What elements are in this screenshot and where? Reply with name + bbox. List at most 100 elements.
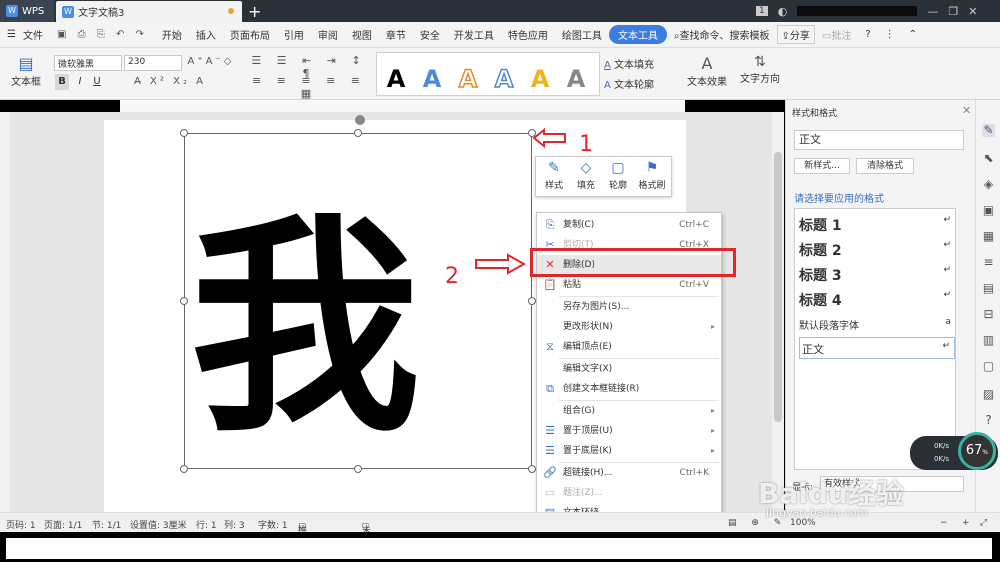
- help-button[interactable]: ?: [858, 29, 877, 40]
- menu-item-developer[interactable]: 开发工具: [447, 27, 501, 42]
- text-style-gray[interactable]: A: [563, 65, 589, 93]
- format-buttons[interactable]: A̶ X² X₂ A: [110, 74, 230, 90]
- more-icon[interactable]: ⋮: [878, 29, 902, 40]
- menu-item-view[interactable]: 视图: [345, 27, 379, 42]
- style-heading-4[interactable]: 标题 4 ↵: [799, 290, 955, 310]
- select-icon[interactable]: ⬉: [982, 152, 995, 165]
- search-command[interactable]: ⌕查找命令、搜索模板: [667, 27, 777, 42]
- quick-access-icons[interactable]: ▣ ⎙ ⎘ ↶ ↷: [50, 29, 155, 40]
- context-group[interactable]: 组合(G) ▸: [537, 401, 721, 421]
- bold-button[interactable]: B: [55, 74, 69, 90]
- underline-button[interactable]: U: [91, 74, 103, 90]
- resize-handle-t[interactable]: [354, 129, 362, 137]
- collapse-icon[interactable]: ⌃: [902, 29, 924, 40]
- style-default-paragraph-font[interactable]: 默认段落字体 a: [799, 317, 955, 332]
- shape-settings-icon[interactable]: ▣: [982, 204, 995, 217]
- new-tab-button[interactable]: +: [248, 2, 261, 21]
- menu-item-page-layout[interactable]: 页面布局: [223, 27, 277, 42]
- context-create-textbox-link[interactable]: ⧉ 创建文本框链接(R): [537, 379, 721, 399]
- status-word-count[interactable]: 字数: 1: [258, 518, 288, 531]
- context-bring-to-front[interactable]: ☰ 置于顶层(U) ▸: [537, 421, 721, 441]
- document-tab[interactable]: W 文字文稿3: [56, 1, 242, 22]
- close-pane-icon[interactable]: ✕: [962, 104, 971, 117]
- minimize-icon[interactable]: —: [927, 5, 938, 18]
- menu-item-reference[interactable]: 引用: [277, 27, 311, 42]
- backup-icon[interactable]: ▤: [982, 282, 995, 295]
- annotation-button[interactable]: ▭批注: [815, 27, 858, 42]
- menu-item-insert[interactable]: 插入: [189, 27, 223, 42]
- textbox-button[interactable]: ▤ 文本框: [8, 54, 44, 88]
- skin-icon[interactable]: ◐: [778, 5, 788, 18]
- menu-item-features[interactable]: 特色应用: [501, 27, 555, 42]
- resize-handle-r[interactable]: [528, 297, 536, 305]
- text-style-black[interactable]: A: [383, 65, 409, 93]
- text-style-blue[interactable]: A: [419, 65, 445, 93]
- text-effect-button[interactable]: A 文本效果: [684, 54, 730, 88]
- italic-button[interactable]: I: [74, 74, 86, 90]
- context-hyperlink[interactable]: 🔗 超链接(H)... Ctrl+K: [537, 463, 721, 483]
- float-fill-button[interactable]: ◇ 填充: [570, 160, 602, 191]
- paragraph-buttons-row2[interactable]: ≡ ≡ ≡ ≡ ≡ ▦: [248, 74, 370, 100]
- font-grow-shrink[interactable]: A⁺A⁻◇: [186, 56, 236, 67]
- memory-gauge[interactable]: 67%: [958, 432, 996, 470]
- window-count-badge[interactable]: 1: [756, 6, 768, 16]
- float-outline-button[interactable]: ▢ 轮廓: [602, 160, 634, 191]
- file-menu[interactable]: 文件: [23, 27, 50, 42]
- resize-handle-br[interactable]: [528, 465, 536, 473]
- menu-item-review[interactable]: 审阅: [311, 27, 345, 42]
- context-caption[interactable]: ▭ 题注(Z)...: [537, 483, 721, 503]
- context-edit-points[interactable]: ⧖ 编辑顶点(E): [537, 337, 721, 357]
- wps-home-tab[interactable]: W WPS: [0, 0, 54, 22]
- restore-icon[interactable]: ❐: [948, 5, 958, 18]
- menu-item-drawing-tools[interactable]: 绘图工具: [555, 27, 609, 42]
- resize-handle-bl[interactable]: [180, 465, 188, 473]
- context-edit-text[interactable]: 编辑文字(X): [537, 359, 721, 379]
- current-style-select[interactable]: 正文: [794, 130, 964, 150]
- vertical-scrollbar[interactable]: [772, 112, 784, 512]
- menu-item-text-tools[interactable]: 文本工具: [608, 25, 667, 44]
- help-icon[interactable]: ?: [982, 414, 995, 427]
- resize-handle-b[interactable]: [354, 465, 362, 473]
- zoom-in-icon[interactable]: +: [962, 518, 970, 528]
- style-heading-1[interactable]: 标题 1 ↵: [799, 215, 955, 235]
- font-name-select[interactable]: 微软雅黑: [54, 55, 122, 71]
- text-style-orange-outline[interactable]: A: [455, 64, 481, 94]
- context-send-to-back[interactable]: ☰ 置于底层(K) ▸: [537, 441, 721, 461]
- text-fill-button[interactable]: A 文本填充: [604, 56, 684, 71]
- frame-icon[interactable]: ▢: [982, 360, 995, 373]
- style-pane-icon[interactable]: ✎: [982, 124, 995, 137]
- text-style-gold[interactable]: A: [527, 65, 553, 93]
- horizontal-ruler[interactable]: [120, 100, 685, 112]
- scrollbar-thumb[interactable]: [774, 152, 782, 422]
- style-heading-3[interactable]: 标题 3 ↵: [799, 265, 955, 285]
- share-button[interactable]: ⇪分享: [776, 25, 815, 44]
- image-icon[interactable]: ▨: [982, 388, 995, 401]
- resize-handle-tl[interactable]: [180, 129, 188, 137]
- clear-format-button[interactable]: 清除格式: [856, 158, 914, 174]
- menu-item-home[interactable]: 开始: [155, 27, 189, 42]
- shapes-icon[interactable]: ◈: [982, 178, 995, 191]
- menu-item-security[interactable]: 安全: [413, 27, 447, 42]
- hamburger-icon[interactable]: ☰: [0, 29, 23, 40]
- menu-item-chapter[interactable]: 章节: [379, 27, 413, 42]
- float-format-painter-button[interactable]: ⚑ 格式刷: [636, 160, 668, 191]
- context-save-as-image[interactable]: 另存为图片(S)...: [537, 297, 721, 317]
- adjust-icon[interactable]: ≡: [982, 256, 995, 269]
- style-heading-2[interactable]: 标题 2 ↵: [799, 240, 955, 260]
- context-change-shape[interactable]: 更改形状(N) ▸: [537, 317, 721, 337]
- limit-icon[interactable]: ⊟: [982, 308, 995, 321]
- text-outline-button[interactable]: A 文本轮廓: [604, 76, 684, 91]
- fullscreen-icon[interactable]: ⤢: [980, 518, 987, 528]
- context-paste[interactable]: 📋 粘贴 Ctrl+V: [537, 275, 721, 295]
- text-style-gallery[interactable]: A A A A A A: [376, 52, 600, 96]
- text-direction-button[interactable]: ⇅ 文字方向: [740, 54, 780, 85]
- close-icon[interactable]: ✕: [968, 5, 977, 18]
- context-copy[interactable]: ⎘ 复制(C) Ctrl+C: [537, 215, 721, 235]
- font-size-select[interactable]: 230: [124, 55, 182, 71]
- table-icon[interactable]: ▦: [982, 230, 995, 243]
- new-style-button[interactable]: 新样式...: [794, 158, 850, 174]
- document-icon[interactable]: ▥: [982, 334, 995, 347]
- resize-handle-l[interactable]: [180, 297, 188, 305]
- style-normal[interactable]: 正文 ↵: [799, 337, 955, 359]
- float-style-button[interactable]: ✎ 样式: [538, 160, 570, 191]
